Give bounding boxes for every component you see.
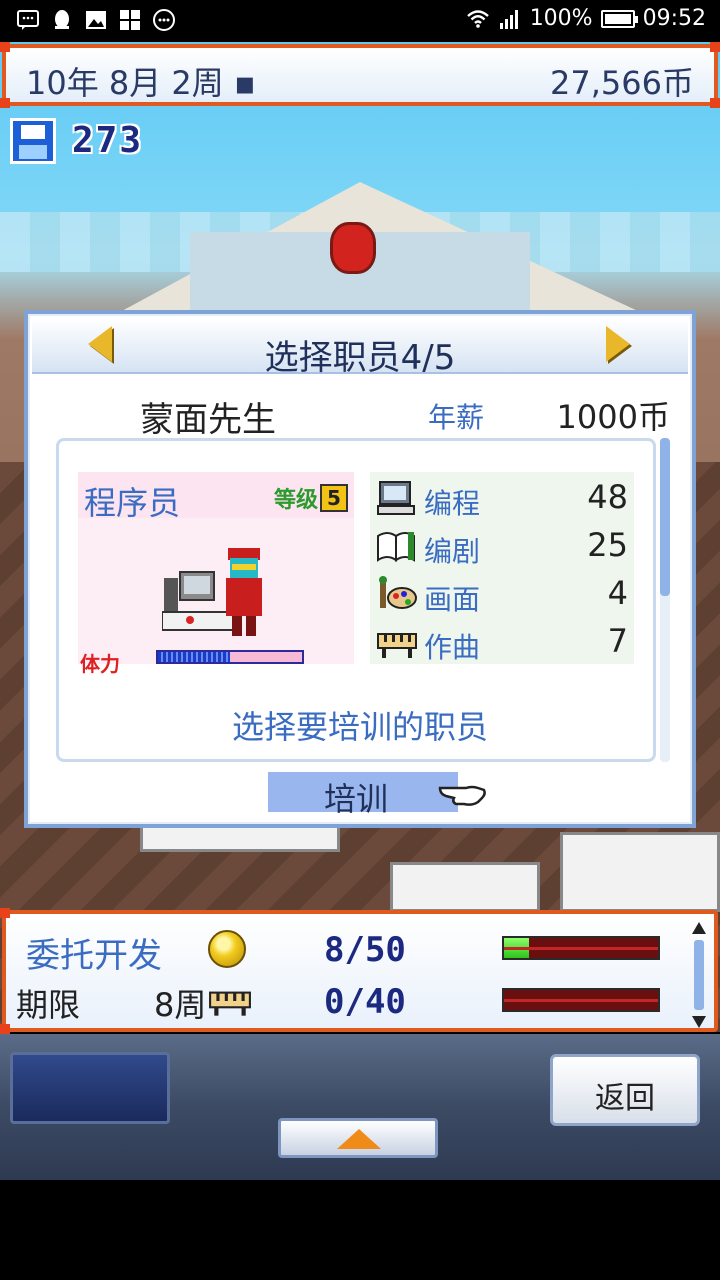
back-button-label: 返回 [595,1081,655,1116]
stamina-fill [158,652,230,662]
stamina-label: 体力 [80,652,120,676]
computer-icon [377,481,415,515]
pointing-hand-icon [438,785,486,806]
paint-palette-icon [379,576,417,609]
more-icon [153,9,175,31]
menu-panel-button[interactable] [10,1052,170,1124]
battery-percent: 100% [529,6,593,31]
keyboard-instrument-icon [377,633,417,658]
notification-icons [16,8,176,32]
book-pen-icon [377,532,415,562]
message-icon [17,10,39,30]
frame-corner [710,98,720,108]
office-shelf [560,832,720,912]
qq-icon [55,10,69,29]
coin-icon [208,930,246,968]
frame-corner [0,98,10,108]
skill-stats: 编程 48 编剧 25 画面 4 作曲 7 [370,472,634,664]
contract-progress-2: 0/40 [324,982,406,1022]
save-count: 273 [72,120,144,161]
contract-progress-1: 8/50 [324,930,406,970]
contract-label: 委托开发 [26,936,162,976]
expand-menu-button[interactable] [278,1118,438,1158]
contract-status-panel: 委托开发 8/50 期限 8周 0/40 [0,908,718,1034]
apps-icon [120,10,140,30]
scroll-up-icon[interactable] [692,922,706,934]
staff-role: 程序员 [84,484,181,522]
stat-row-music: 作曲 7 [370,618,634,664]
dialog-title: 选择职员4/5 [264,338,456,378]
train-button-label: 培训 [324,780,389,818]
wifi-icon [466,9,489,28]
level-badge: 等级 5 [274,482,348,514]
status-bar: 100% 09:52 [0,0,720,42]
frame-corner [0,908,10,918]
office-desk [390,862,540,912]
top-hud: 10年 8月 2周 ▪ 27,566币 [0,42,720,108]
level-value: 5 [320,484,348,512]
deadline-label: 期限 [16,986,81,1024]
frame-corner [0,42,10,52]
bottom-controls: 返回 [0,1034,720,1180]
stat-value: 4 [607,574,628,612]
stat-value: 48 [587,478,628,516]
staff-card[interactable]: 程序员 等级 5 体力 [78,472,354,676]
battery-icon [600,9,638,28]
lantern-icon [330,222,376,274]
stat-row-graphics: 画面 4 [370,570,634,616]
stat-name: 作曲 [424,631,481,664]
scroll-thumb[interactable] [660,438,670,596]
deadline-value: 8周 [154,986,207,1024]
frame-corner [710,42,720,52]
system-status: 100% 09:52 [466,6,706,31]
frame-corner [0,1024,10,1034]
chevron-up-icon [337,1129,381,1149]
stat-name: 编剧 [424,535,481,568]
clock: 09:52 [642,6,706,31]
image-icon [86,11,106,29]
contract-progress-bar-1 [502,936,660,960]
stat-row-programming: 编程 48 [370,474,634,520]
stat-name: 编程 [424,487,481,520]
panel-scrollbar[interactable] [692,922,706,1028]
stat-value: 25 [587,526,628,564]
salary-value: 1000币 [556,398,670,436]
floppy-disk-icon[interactable] [10,118,56,164]
scroll-down-icon[interactable] [692,1016,706,1028]
staff-sprite-icon [162,548,262,636]
salary-label: 年薪 [428,401,485,434]
next-staff-arrow-icon[interactable] [606,326,630,362]
employee-name: 蒙面先生 [140,400,276,440]
signal-icon [499,9,518,29]
stat-value: 7 [607,622,628,660]
stat-row-scenario: 编剧 25 [370,522,634,568]
back-button[interactable]: 返回 [550,1054,700,1126]
train-button[interactable]: 培训 [268,772,486,818]
level-label: 等级 [273,488,318,513]
game-date: 10年 8月 2周 ▪ [26,64,256,102]
select-staff-dialog: 选择职员4/5 蒙面先生 年薪 1000币 程序员 等级 5 体力 编程 48 … [24,310,696,828]
contract-progress-bar-2 [502,988,660,1012]
money-display: 27,566币 [550,64,694,102]
instruction-text: 选择要培训的职员 [231,708,488,746]
dialog-header: 选择职员4/5 [32,318,688,378]
scroll-thumb[interactable] [694,940,704,1010]
stamina-bar [156,650,304,664]
keyboard-instrument-icon [209,991,251,1016]
stat-name: 画面 [424,583,481,616]
staff-card-header: 程序员 等级 5 [78,472,354,522]
